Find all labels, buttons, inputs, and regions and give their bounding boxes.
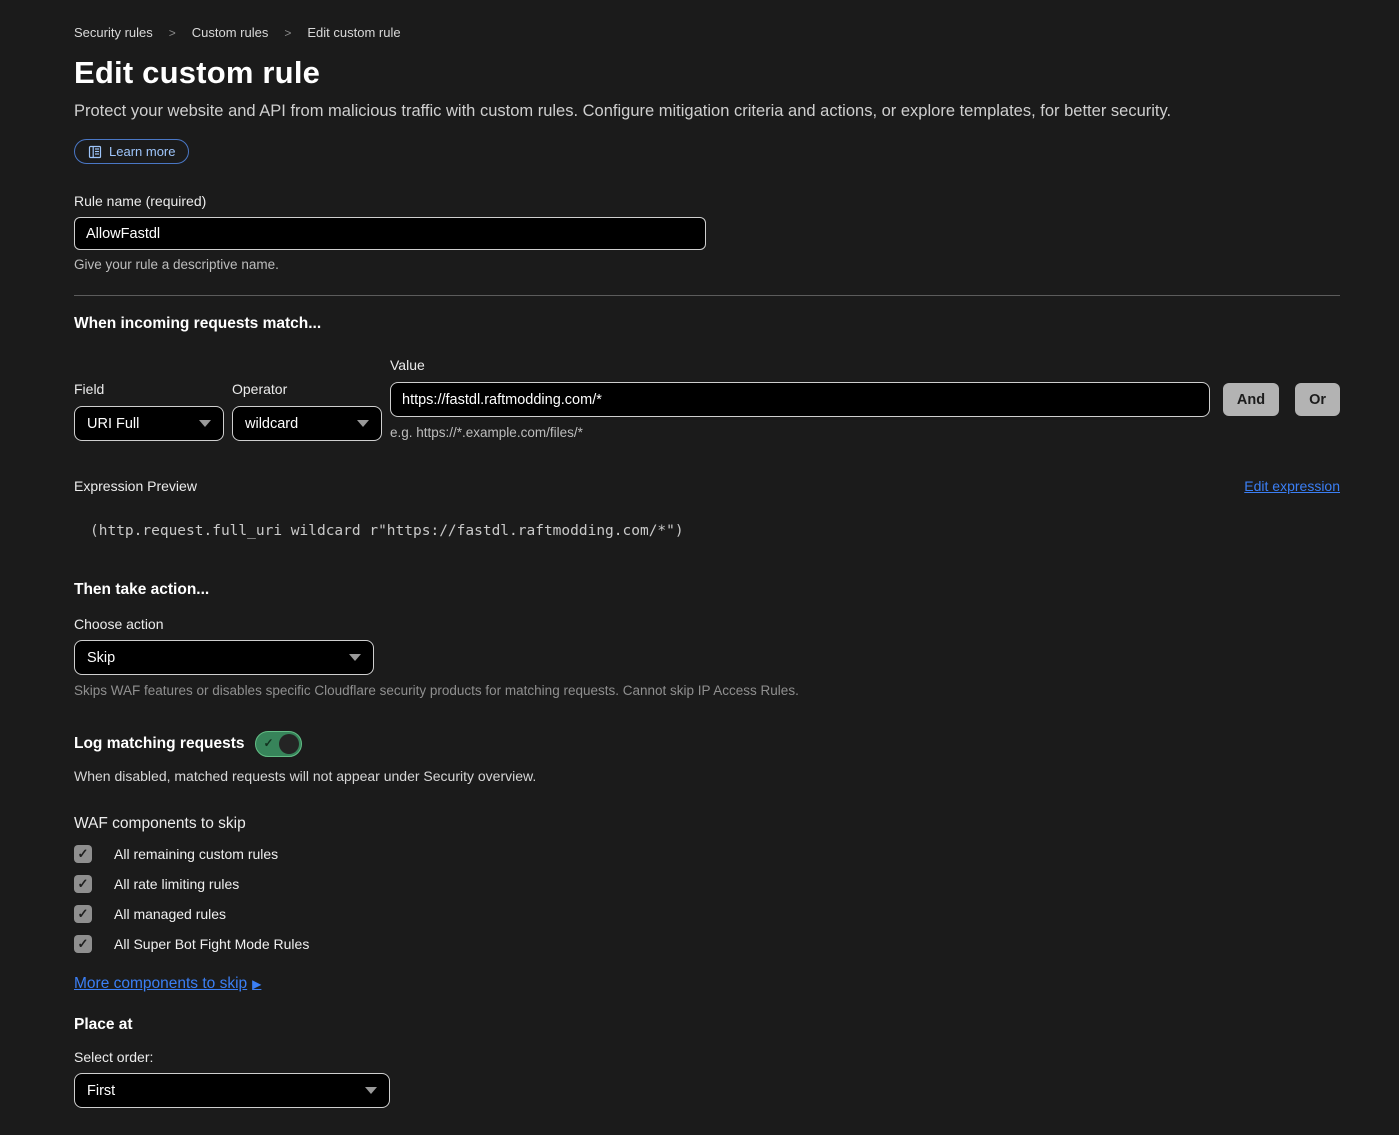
log-matching-label: Log matching requests [74,735,245,752]
more-components-link[interactable]: More components to skip ▶ [74,975,261,993]
expression-preview-label: Expression Preview [74,478,197,494]
expression-preview-header: Expression Preview Edit expression [74,478,1340,494]
check-icon: ✓ [77,876,89,891]
log-matching-helper: When disabled, matched requests will not… [74,768,537,784]
chevron-down-icon [199,420,211,427]
rule-name-section: Rule name (required) Give your rule a de… [74,193,1340,272]
order-select[interactable]: First [74,1073,390,1108]
log-matching-toggle[interactable]: ✓ [254,731,302,757]
operator-label: Operator [232,381,288,397]
learn-more-button[interactable]: Learn more [74,139,190,164]
breadcrumb-security-rules[interactable]: Security rules [74,25,153,40]
log-matching-row: Log matching requests ✓ [74,731,1340,757]
checkbox-super-bot-fight-mode[interactable]: ✓ [74,934,92,953]
toggle-knob [278,734,299,754]
waf-skip-row: ✓ All Super Bot Fight Mode Rules [74,934,1340,953]
expression-code: (http.request.full_uri wildcard r"https:… [90,523,684,539]
action-section-heading: Then take action... [74,581,210,598]
breadcrumb-separator-icon: > [284,25,292,40]
waf-skip-row: ✓ All remaining custom rules [74,844,1340,863]
checkbox-managed-rules[interactable]: ✓ [74,904,92,923]
page-description: Protect your website and API from malici… [74,102,1172,120]
and-button[interactable]: And [1222,383,1280,416]
operator-select-value: wildcard [245,415,299,432]
operator-select[interactable]: wildcard [232,406,382,441]
rule-name-label: Rule name (required) [74,193,207,209]
checkbox-remaining-custom-rules[interactable]: ✓ [74,844,92,863]
order-select-value: First [87,1082,116,1099]
waf-skip-row: ✓ All managed rules [74,904,1340,923]
chevron-down-icon [349,654,361,661]
checkbox-label: All managed rules [114,905,227,922]
check-icon: ✓ [77,906,89,921]
action-select[interactable]: Skip [74,640,374,675]
edit-custom-rule-page: Security rules > Custom rules > Edit cus… [0,0,1399,1135]
action-select-value: Skip [87,649,116,666]
checkbox-label: All rate limiting rules [114,875,240,892]
breadcrumb-edit-custom-rule: Edit custom rule [307,25,401,40]
check-icon: ✓ [263,736,274,750]
value-input[interactable] [390,382,1210,417]
check-icon: ✓ [77,936,89,951]
rule-name-input[interactable] [74,217,706,250]
book-icon [88,145,102,159]
waf-skip-heading: WAF components to skip [74,815,246,832]
field-select-value: URI Full [87,415,140,432]
chevron-down-icon [357,420,369,427]
learn-more-label: Learn more [109,144,176,159]
checkbox-label: All Super Bot Fight Mode Rules [114,935,310,952]
value-label: Value [390,357,425,373]
field-select[interactable]: URI Full [74,406,224,441]
place-at-heading: Place at [74,1016,133,1033]
breadcrumb-custom-rules[interactable]: Custom rules [192,25,269,40]
match-row: Field URI Full Operator wildcard Value e… [74,357,1340,441]
page-title: Edit custom rule [74,55,321,90]
action-helper: Skips WAF features or disables specific … [74,683,799,698]
breadcrumb-separator-icon: > [168,25,176,40]
value-helper: e.g. https://*.example.com/files/* [390,425,583,440]
or-button[interactable]: Or [1295,383,1340,416]
more-components-label: More components to skip [74,975,248,992]
chevron-down-icon [365,1087,377,1094]
section-divider [74,295,1340,296]
edit-expression-link[interactable]: Edit expression [1244,478,1340,494]
breadcrumb: Security rules > Custom rules > Edit cus… [74,25,1340,40]
waf-skip-row: ✓ All rate limiting rules [74,874,1340,893]
select-order-label: Select order: [74,1049,154,1065]
rule-name-helper: Give your rule a descriptive name. [74,257,279,272]
checkbox-rate-limiting-rules[interactable]: ✓ [74,874,92,893]
field-label: Field [74,381,105,397]
arrow-right-icon: ▶ [252,977,262,991]
match-section-heading: When incoming requests match... [74,315,322,332]
checkbox-label: All remaining custom rules [114,845,279,862]
choose-action-label: Choose action [74,616,164,632]
check-icon: ✓ [77,846,89,861]
